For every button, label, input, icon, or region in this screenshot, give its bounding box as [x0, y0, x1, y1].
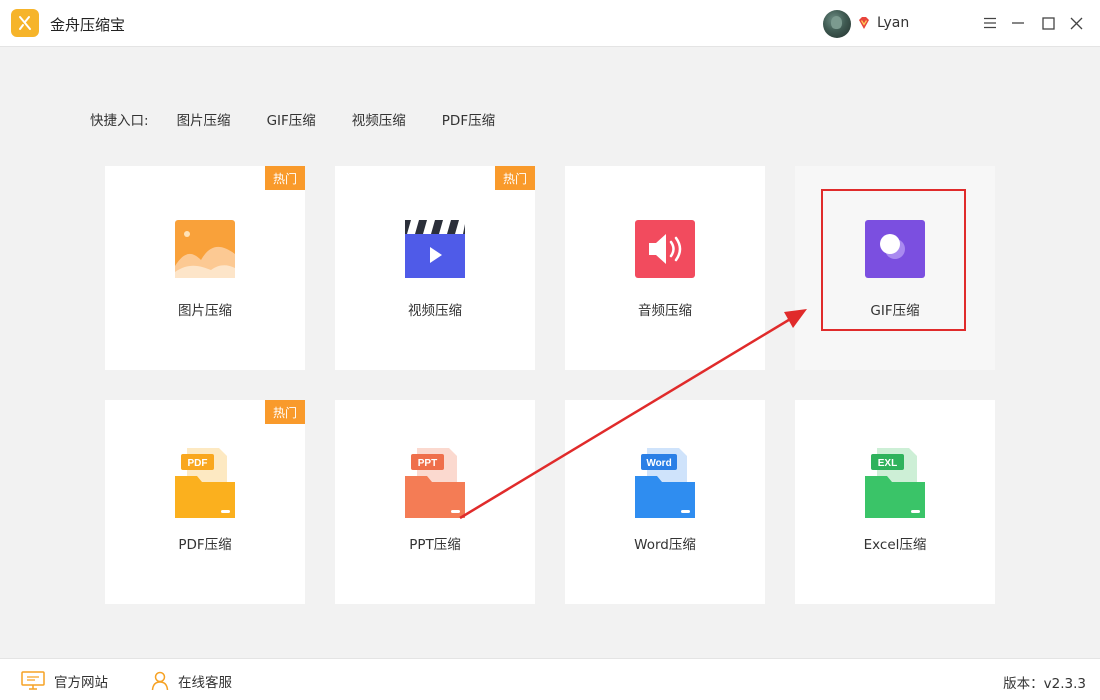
card-label: GIF压缩	[870, 303, 920, 319]
version-label: 版本：v2.3.3	[1003, 676, 1086, 692]
ppt-compress-card[interactable]: PPT PPT压缩	[335, 400, 535, 604]
image-icon	[175, 220, 235, 278]
pdf-folder-icon: PDF	[175, 448, 235, 518]
card-label: 视频压缩	[408, 303, 462, 319]
pdf-compress-card[interactable]: 热门 PDF PDF压缩	[105, 400, 305, 604]
close-icon	[1070, 17, 1082, 29]
minimize-button[interactable]	[1007, 12, 1029, 34]
gif-icon	[865, 220, 925, 278]
hot-badge: 热门	[265, 166, 305, 190]
menu-icon	[984, 17, 996, 29]
card-label: 音频压缩	[638, 303, 692, 319]
card-label: Excel压缩	[863, 537, 927, 553]
maximize-button[interactable]	[1037, 12, 1059, 34]
card-label: 图片压缩	[178, 303, 232, 319]
hot-badge: 热门	[495, 166, 535, 190]
menu-button[interactable]	[979, 12, 1001, 34]
card-label: Word压缩	[634, 537, 696, 553]
svg-text:EXL: EXL	[878, 458, 897, 469]
video-clapper-icon	[405, 220, 465, 278]
app-title: 金舟压缩宝	[50, 16, 126, 34]
status-bar: 官方网站 在线客服 版本：v2.3.3	[0, 658, 1100, 700]
user-avatar[interactable]	[823, 10, 851, 38]
word-folder-icon: Word	[635, 448, 695, 518]
audio-compress-card[interactable]: 音频压缩	[565, 166, 765, 370]
video-compress-card[interactable]: 热门 视频压缩	[335, 166, 535, 370]
title-bar: 金舟压缩宝 Lyan	[0, 0, 1100, 47]
app-logo-icon	[11, 9, 39, 37]
online-support-link[interactable]: 在线客服	[151, 671, 232, 691]
maximize-icon	[1041, 16, 1055, 30]
gif-compress-card[interactable]: GIF压缩	[795, 166, 995, 370]
close-button[interactable]	[1065, 12, 1087, 34]
quick-access-label: 快捷入口:	[90, 113, 149, 129]
quick-link-pdf[interactable]: PDF压缩	[442, 109, 495, 129]
word-compress-card[interactable]: Word Word压缩	[565, 400, 765, 604]
image-compress-card[interactable]: 热门 图片压缩	[105, 166, 305, 370]
svg-text:PDF: PDF	[188, 458, 208, 469]
user-name[interactable]: Lyan	[877, 15, 909, 31]
quick-link-gif[interactable]: GIF压缩	[267, 109, 316, 129]
support-person-icon	[151, 671, 169, 691]
quick-link-video[interactable]: 视频压缩	[352, 109, 406, 129]
quick-access-bar: 快捷入口: 图片压缩 GIF压缩 视频压缩 PDF压缩	[90, 109, 531, 129]
minimize-icon	[1012, 22, 1024, 24]
card-label: PPT压缩	[409, 537, 461, 553]
hot-badge: 热门	[265, 400, 305, 424]
quick-link-image[interactable]: 图片压缩	[177, 109, 231, 129]
audio-speaker-icon	[635, 220, 695, 278]
excel-folder-icon: EXL	[865, 448, 925, 518]
vip-diamond-icon	[859, 17, 869, 29]
card-label: PDF压缩	[178, 537, 232, 553]
svg-text:Word: Word	[646, 458, 671, 469]
official-site-link[interactable]: 官方网站	[21, 671, 108, 691]
online-support-label: 在线客服	[178, 675, 232, 691]
monitor-icon	[21, 671, 45, 690]
official-site-label: 官方网站	[54, 675, 108, 691]
svg-text:PPT: PPT	[418, 458, 437, 469]
excel-compress-card[interactable]: EXL Excel压缩	[795, 400, 995, 604]
ppt-folder-icon: PPT	[405, 448, 465, 518]
